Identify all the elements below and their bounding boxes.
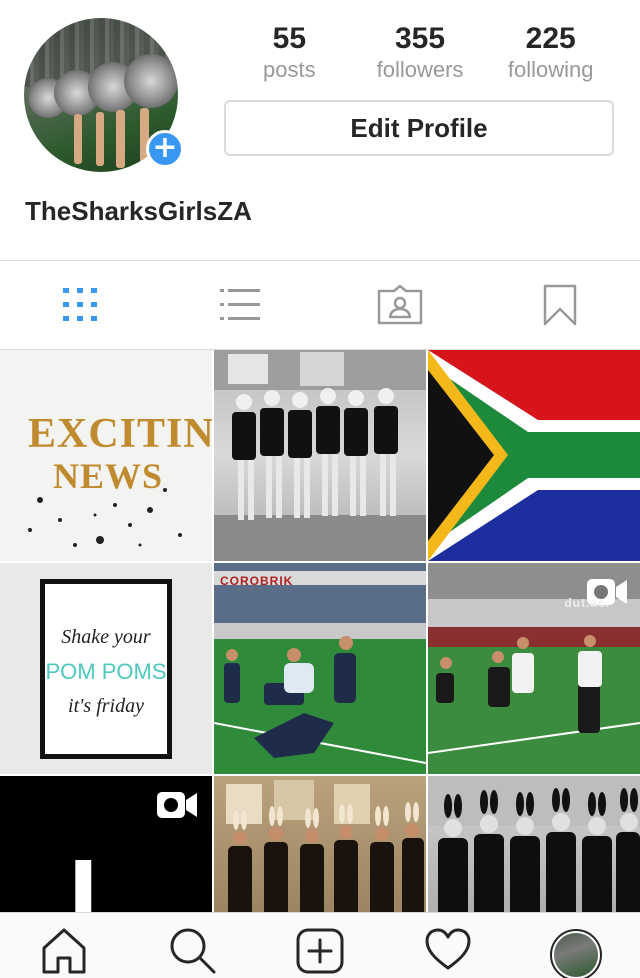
post-thumbnail[interactable] (214, 776, 426, 912)
post-banner-text: dut.ac. (564, 596, 610, 610)
tab-grid-view[interactable] (0, 261, 160, 349)
post-thumbnail[interactable]: dut.ac. (428, 563, 640, 774)
stat-following-count: 225 (525, 22, 576, 55)
add-story-button[interactable]: + (146, 130, 184, 168)
profile-avatar[interactable]: + (24, 18, 184, 174)
post-thumbnail[interactable]: EXCITING NEWS (0, 350, 212, 561)
nav-profile[interactable] (512, 913, 640, 978)
stat-followers-label: followers (376, 57, 464, 82)
dancers-photo (214, 350, 426, 561)
stat-followers-count: 355 (394, 22, 446, 55)
splatter-decoration (28, 488, 182, 547)
post-thumbnail[interactable] (214, 350, 426, 561)
post-thumbnail[interactable] (428, 776, 640, 912)
profile-username: TheSharksGirlsZA (25, 196, 252, 226)
post-letter-text: L. (68, 837, 166, 913)
plus-square-icon (296, 928, 344, 973)
stat-following-label: following (507, 57, 594, 82)
search-icon (170, 928, 216, 973)
tagged-person-icon (377, 285, 423, 325)
tab-saved[interactable] (480, 261, 640, 349)
post-thumbnail[interactable]: Shake your POM POMS it's friday (0, 563, 212, 774)
home-icon (42, 928, 86, 973)
pom-poms-poster: Shake your POM POMS it's friday (40, 579, 172, 759)
video-icon (157, 792, 197, 818)
stadium-dance-photo (214, 563, 426, 774)
profile-avatar-icon (550, 928, 602, 978)
nav-home[interactable] (0, 913, 128, 978)
nav-new-post[interactable] (256, 913, 384, 978)
edit-profile-button[interactable]: Edit Profile (224, 100, 614, 156)
nav-search[interactable] (128, 913, 256, 978)
south-africa-flag-image (428, 350, 640, 561)
profile-tabs (0, 261, 640, 349)
profile-header: + 55 posts 355 followers 225 following E… (0, 0, 640, 260)
poster-line: it's friday (68, 695, 144, 717)
bunny-costume-photo (226, 780, 424, 912)
post-thumbnail[interactable]: COROBRIK (214, 563, 426, 774)
stat-posts[interactable]: 55 posts (224, 20, 355, 84)
bunny-costume-bw-photo (428, 776, 640, 912)
grid-icon (63, 288, 97, 321)
poster-line: Shake your (61, 626, 151, 648)
stat-followers[interactable]: 355 followers (355, 20, 486, 84)
post-thumbnail[interactable]: L. (0, 776, 212, 912)
list-icon (220, 289, 260, 320)
post-thumbnail[interactable] (428, 350, 640, 561)
stat-posts-label: posts (263, 57, 316, 82)
bottom-navigation (0, 912, 640, 978)
posts-grid: EXCITING NEWS (0, 350, 640, 912)
heart-icon (425, 928, 471, 969)
profile-stats: 55 posts 355 followers 225 following (224, 20, 616, 84)
post-banner-text: COROBRIK (220, 574, 294, 588)
nav-activity[interactable] (384, 913, 512, 978)
poster-line: POM POMS (45, 659, 167, 684)
stat-posts-count: 55 (272, 22, 307, 55)
bookmark-icon (543, 284, 577, 326)
tab-list-view[interactable] (160, 261, 320, 349)
stat-following[interactable]: 225 following (485, 20, 616, 84)
tab-tagged[interactable] (320, 261, 480, 349)
